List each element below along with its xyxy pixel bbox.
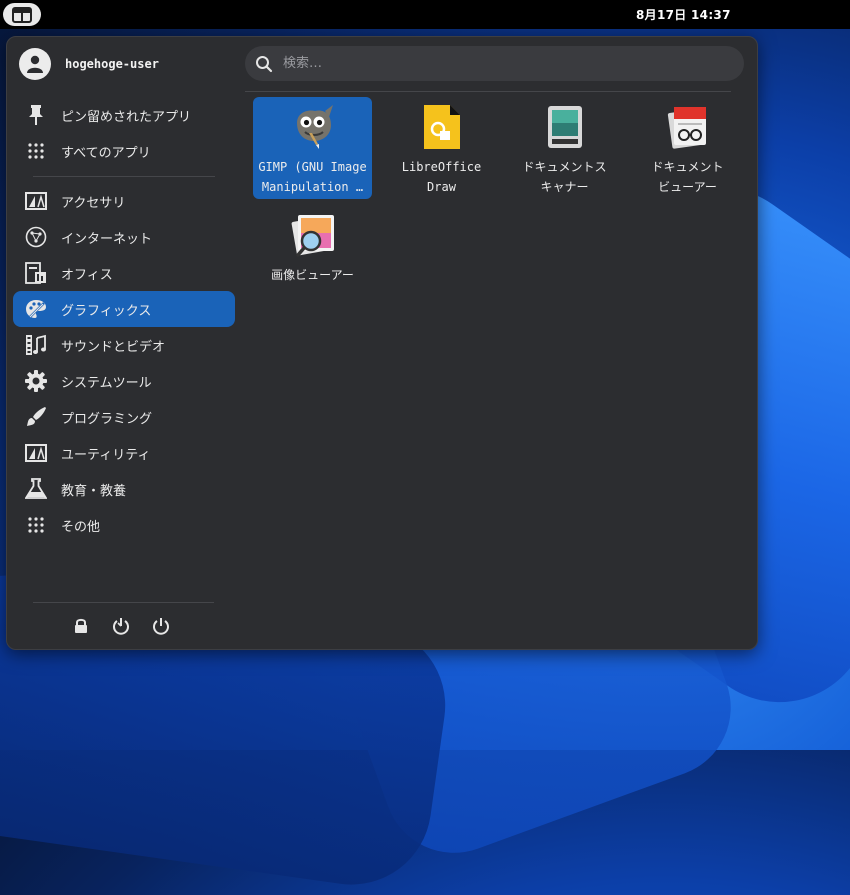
app-label: ドキュメントス キャナー [522, 160, 607, 194]
sidebar-item-sound-video[interactable]: サウンドとビデオ [13, 327, 235, 363]
lock-icon[interactable] [71, 615, 91, 637]
sidebar-item-label: システムツール [61, 375, 152, 391]
utilities-icon [25, 442, 47, 464]
gimp-icon [296, 105, 333, 149]
app-tile-libreoffice-draw[interactable]: LibreOffice Draw [382, 97, 501, 199]
grid-dots-icon [25, 514, 47, 536]
search-box[interactable] [245, 46, 744, 81]
sidebar-item-system-tools[interactable]: システムツール [13, 363, 235, 399]
gear-icon [25, 370, 47, 392]
sidebar-item-all-apps[interactable]: すべてのアプリ [13, 133, 235, 169]
application-menu: hogehoge-user ピン留めされたアプリ [6, 36, 758, 650]
app-tile-document-scanner[interactable]: ドキュメントス キャナー [505, 97, 624, 199]
document-scanner-icon [547, 106, 582, 148]
app-tile-image-viewer[interactable]: 画像ビューアー [253, 205, 372, 307]
sidebar-item-label: アクセサリ [61, 195, 126, 211]
sidebar-item-label: その他 [61, 519, 101, 535]
sidebar-item-utilities[interactable]: ユーティリティ [13, 435, 235, 471]
app-grid-icon [12, 6, 32, 23]
sidebar-item-label: プログラミング [61, 411, 153, 427]
sidebar-item-internet[interactable]: インターネット [13, 219, 235, 255]
sidebar-item-label: ユーティリティ [61, 447, 151, 463]
username: hogehoge-user [65, 57, 159, 71]
pin-icon [25, 104, 47, 126]
sidebar-item-pinned[interactable]: ピン留めされたアプリ [13, 97, 235, 133]
sidebar-item-label: インターネット [61, 231, 153, 247]
sidebar-item-label: オフィス [61, 267, 113, 283]
power-icon[interactable] [151, 615, 171, 637]
divider [245, 91, 731, 92]
globe-icon [25, 226, 47, 248]
flask-icon [25, 478, 47, 500]
app-label: GIMP (GNU Image Manipulation … [258, 160, 367, 194]
top-panel: 8月17日 14:37 [0, 0, 850, 29]
brush-icon [25, 406, 47, 428]
clock[interactable]: 8月17日 14:37 [636, 6, 731, 23]
user-info[interactable]: hogehoge-user [19, 47, 159, 81]
search-icon [255, 55, 273, 73]
app-tile-gimp[interactable]: GIMP (GNU Image Manipulation … [253, 97, 372, 199]
libreoffice-draw-icon [423, 105, 460, 149]
film-music-icon [25, 334, 47, 356]
sidebar-item-label: 教育・教養 [61, 483, 127, 499]
app-label: 画像ビューアー [271, 268, 354, 282]
grid-dots-icon [25, 140, 47, 162]
app-label: ドキュメント ビューアー [651, 160, 724, 194]
category-sidebar: ピン留めされたアプリ すべてのアプリ アクセサリ インターネット オフィス グラ… [13, 97, 235, 543]
logout-icon[interactable] [111, 615, 131, 637]
image-viewer-icon [291, 215, 334, 257]
sidebar-item-label: グラフィックス [61, 303, 152, 319]
sidebar-item-accessories[interactable]: アクセサリ [13, 183, 235, 219]
sidebar-item-programming[interactable]: プログラミング [13, 399, 235, 435]
divider [33, 602, 214, 603]
app-label: LibreOffice Draw [401, 160, 482, 194]
divider [33, 176, 215, 177]
document-viewer-icon [667, 107, 706, 149]
palette-icon [25, 298, 47, 320]
sidebar-item-graphics[interactable]: グラフィックス [13, 291, 235, 327]
sidebar-item-other[interactable]: その他 [13, 507, 235, 543]
app-tile-document-viewer[interactable]: ドキュメント ビューアー [628, 97, 747, 199]
office-icon [25, 262, 47, 284]
session-actions [71, 615, 171, 637]
sidebar-item-label: すべてのアプリ [61, 145, 151, 161]
sidebar-item-label: ピン留めされたアプリ [61, 109, 192, 125]
sidebar-item-education[interactable]: 教育・教養 [13, 471, 235, 507]
search-input[interactable] [281, 55, 705, 72]
sidebar-item-office[interactable]: オフィス [13, 255, 235, 291]
user-avatar-icon [19, 48, 51, 80]
sidebar-item-label: サウンドとビデオ [61, 339, 166, 355]
app-menu-button[interactable] [3, 3, 41, 26]
accessories-icon [25, 190, 47, 212]
